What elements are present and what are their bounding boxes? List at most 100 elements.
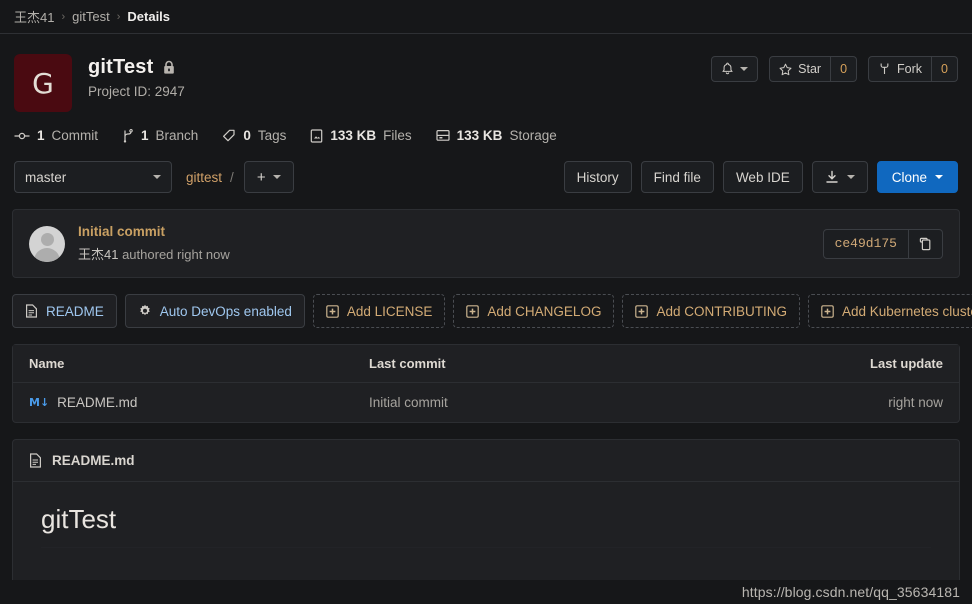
gear-icon — [138, 304, 152, 318]
clone-label: Clone — [891, 169, 927, 185]
plus-square-icon — [466, 304, 480, 318]
stat-branches[interactable]: 1 Branch — [122, 128, 198, 143]
page-title: gitTest — [88, 56, 154, 78]
commit-title[interactable]: Initial commit — [78, 224, 230, 239]
clone-button[interactable]: Clone — [876, 161, 958, 193]
commit-author[interactable]: 王杰41 — [78, 247, 118, 262]
commit-sha-group: ce49d175 — [822, 228, 943, 259]
file-link[interactable]: README.md — [57, 395, 137, 410]
copy-sha-button[interactable] — [909, 228, 943, 259]
column-header-last-commit: Last commit — [369, 356, 446, 371]
star-button[interactable]: Star — [769, 56, 832, 82]
add-license-button-label: Add LICENSE — [346, 303, 433, 319]
stat-branches-label: Branch — [155, 128, 199, 143]
stat-files-label: Files — [383, 128, 412, 143]
commit-info: Initial commit 王杰41 authored right now — [78, 224, 230, 263]
markdown-icon: M↓ — [29, 396, 50, 409]
file-name-cell: M↓ README.md — [29, 395, 369, 410]
add-changelog-button[interactable]: Add CHANGELOG — [453, 294, 615, 328]
branch-selector-value: master — [25, 169, 67, 185]
header-actions: Star 0 Fork 0 — [711, 56, 958, 82]
path-breadcrumb: gittest / — [186, 170, 242, 185]
breadcrumb-separator: › — [61, 10, 66, 23]
readme-preview-body: gitTest — [13, 482, 959, 580]
chevron-down-icon — [153, 175, 161, 179]
fork-label: Fork — [897, 62, 923, 76]
column-header-last-update: Last update — [870, 356, 943, 371]
add-contributing-button-label: Add CONTRIBUTING — [656, 303, 787, 319]
chevron-down-icon — [272, 175, 281, 179]
stat-commits-label: Commit — [51, 128, 99, 143]
breadcrumb-project[interactable]: gitTest — [72, 9, 110, 24]
add-changelog-button-label: Add CHANGELOG — [487, 303, 602, 319]
chevron-down-icon — [740, 67, 749, 71]
auto-devops-button[interactable]: Auto DevOps enabled — [124, 294, 305, 328]
commit-sha[interactable]: ce49d175 — [822, 228, 909, 259]
star-count[interactable]: 0 — [831, 56, 858, 82]
add-to-tree-button[interactable]: + — [243, 161, 294, 193]
lock-icon — [162, 60, 176, 76]
breadcrumb: 王杰41 › gitTest › Details — [0, 0, 972, 34]
download-icon — [825, 170, 839, 184]
chevron-down-icon — [846, 175, 855, 179]
doc-icon — [29, 453, 42, 468]
stat-branches-value: 1 — [141, 128, 149, 143]
commit-meta: authored right now — [118, 247, 230, 262]
readme-preview-panel: README.md gitTest — [12, 439, 960, 580]
readme-heading: gitTest — [41, 504, 931, 548]
chevron-down-icon — [935, 175, 943, 179]
star-button-group: Star 0 — [769, 56, 858, 82]
doc-icon — [25, 304, 38, 318]
find-file-button[interactable]: Find file — [640, 161, 714, 193]
branch-selector[interactable]: master — [14, 161, 172, 193]
star-label: Star — [798, 62, 822, 76]
table-row[interactable]: M↓ README.md Initial commit right now — [13, 383, 959, 422]
readme-preview-header: README.md — [13, 440, 959, 482]
avatar-head — [40, 232, 54, 246]
repo-toolbar: master gittest / + History Find file Web… — [0, 143, 972, 193]
last-commit-panel: Initial commit 王杰41 authored right now c… — [12, 209, 960, 278]
plus-square-icon — [326, 304, 339, 318]
fork-icon — [878, 62, 891, 76]
storage-icon — [436, 129, 450, 142]
notifications-button[interactable] — [711, 56, 759, 82]
star-icon — [779, 63, 792, 76]
fork-count[interactable]: 0 — [932, 56, 958, 82]
tag-icon — [222, 129, 236, 143]
stat-files[interactable]: 133 KB Files — [310, 128, 412, 143]
readme-button[interactable]: README — [12, 294, 117, 328]
stat-tags-label: Tags — [257, 128, 287, 143]
watermark: https://blog.csdn.net/qq_35634181 — [741, 584, 960, 600]
bell-icon — [721, 62, 734, 76]
stat-storage[interactable]: 133 KB Storage — [436, 128, 557, 143]
project-stats: 1 Commit 1 Branch 0 Tags 133 KB Files 13… — [0, 112, 972, 143]
table-header-row: Name Last commit Last update — [13, 345, 959, 383]
auto-devops-button-label: Auto DevOps enabled — [159, 303, 292, 319]
path-root-link[interactable]: gittest — [186, 170, 222, 185]
add-kubernetes-cluster-button[interactable]: Add Kubernetes cluster — [807, 294, 972, 328]
fork-button[interactable]: Fork — [868, 56, 933, 82]
path-separator: / — [230, 169, 234, 185]
breadcrumb-separator: › — [116, 10, 121, 23]
readme-filename: README.md — [52, 453, 135, 468]
plus-icon: + — [256, 168, 266, 186]
avatar — [29, 225, 65, 262]
stat-tags-value: 0 — [243, 128, 251, 143]
readme-button-label: README — [46, 303, 104, 319]
stat-tags[interactable]: 0 Tags — [222, 128, 286, 143]
stat-storage-label: Storage — [509, 128, 557, 143]
web-ide-button[interactable]: Web IDE — [722, 161, 803, 193]
commit-subtitle: 王杰41 authored right now — [78, 244, 230, 263]
avatar-body — [34, 247, 60, 262]
fork-button-group: Fork 0 — [868, 56, 958, 82]
file-last-commit[interactable]: Initial commit — [369, 395, 823, 410]
add-contributing-button[interactable]: Add CONTRIBUTING — [622, 294, 800, 328]
add-license-button[interactable]: Add LICENSE — [312, 294, 446, 328]
stat-storage-value: 133 KB — [456, 128, 503, 143]
download-button[interactable] — [811, 161, 868, 193]
stat-commits[interactable]: 1 Commit — [14, 128, 98, 143]
file-icon — [310, 128, 323, 143]
history-button[interactable]: History — [563, 161, 632, 193]
clipboard-icon — [919, 237, 932, 251]
breadcrumb-owner[interactable]: 王杰41 — [14, 7, 54, 26]
